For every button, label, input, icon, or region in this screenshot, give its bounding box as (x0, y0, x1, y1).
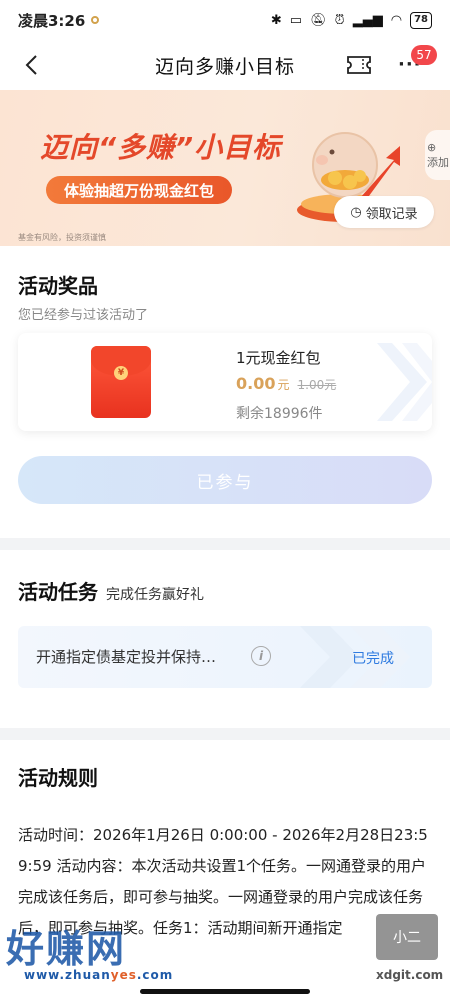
alarm-icon: ⏰︎ (334, 12, 345, 28)
prize-card[interactable]: ¥ 1元现金红包 0.00 元 1.00元 剩余18996件 (18, 333, 432, 431)
signal-icon: ▂▄▆ (352, 12, 383, 28)
prize-section: 活动奖品 您已经参与过该活动了 ¥ 1元现金红包 0.00 元 1.00元 剩余… (0, 246, 450, 538)
prize-section-subtitle: 您已经参与过该活动了 (18, 308, 149, 323)
watermark-right-site: xdgit.com (376, 968, 444, 982)
card-chevron-decoration (377, 343, 432, 421)
watermark-right: 小二 xdgit.com (376, 906, 446, 990)
mute-icon: 🔕︎ (310, 12, 327, 28)
joined-button[interactable]: 已参与 (18, 456, 432, 504)
wifi-icon: ◠ (390, 12, 403, 28)
promo-banner: 迈向“多赚”小目标 体验抽超万份现金红包 基金有风险，投资须谨慎 ⊕ 添加 ◷ … (0, 90, 450, 246)
prize-price-value: 0.00 (236, 374, 276, 393)
banner-subtitle: 体验抽超万份现金红包 (46, 176, 233, 204)
status-time-group: 凌晨3:26 (18, 10, 100, 31)
add-shortcut-tab[interactable]: ⊕ 添加 (425, 130, 450, 180)
prize-section-title: 活动奖品 (18, 274, 98, 298)
bluetooth-icon: ✱ (270, 12, 282, 28)
prize-name: 1元现金红包 (236, 349, 321, 367)
status-bar: 凌晨3:26 ✱ ▭ 🔕︎ ⏰︎ ▂▄▆ ◠ 78 (0, 0, 450, 40)
task-description: 开通指定债基定投并保持… (36, 648, 217, 666)
prize-remaining: 剩余18996件 (236, 406, 323, 422)
watermark-brand: 好赚网 (6, 927, 127, 971)
task-section-subtitle: 完成任务赢好礼 (106, 587, 204, 603)
claim-record-label: 领取记录 (365, 206, 418, 222)
claim-record-button[interactable]: ◷ 领取记录 (334, 196, 434, 228)
status-icons: ✱ ▭ 🔕︎ ⏰︎ ▂▄▆ ◠ 78 (270, 11, 432, 29)
watermark-left: 好赚网 www.zhuanyes.com (0, 918, 200, 988)
watermark-right-box: 小二 (376, 914, 438, 960)
task-status: 已完成 (352, 651, 394, 667)
nav-header: 迈向多赚小目标 ··· 57 (0, 40, 450, 90)
task-section: 活动任务 完成任务赢好礼 开通指定债基定投并保持… i 已完成 (0, 550, 450, 728)
rules-section-title: 活动规则 (18, 766, 98, 790)
back-arrow-icon[interactable] (20, 52, 46, 78)
notification-dot-icon (91, 16, 100, 24)
prize-price-unit: 元 (277, 378, 290, 392)
prize-price: 0.00 元 1.00元 (236, 374, 336, 393)
add-label: 添加 (427, 155, 449, 169)
info-icon[interactable]: i (251, 646, 271, 666)
prize-original-price: 1.00元 (297, 378, 337, 392)
red-envelope-icon: ¥ (91, 346, 151, 418)
status-time: 凌晨3:26 (18, 11, 86, 30)
vibrate-icon: ▭ (289, 12, 303, 28)
ticket-icon[interactable] (346, 54, 372, 76)
home-indicator[interactable] (140, 989, 310, 994)
task-section-title: 活动任务 (18, 580, 98, 604)
add-icon: ⊕ (427, 140, 437, 154)
risk-disclaimer: 基金有风险，投资须谨慎 (18, 233, 106, 242)
history-clock-icon: ◷ (350, 204, 362, 220)
watermark-url: www.zhuanyes.com (24, 968, 174, 982)
banner-title: 迈向“多赚”小目标 (40, 131, 282, 164)
message-count-badge: 57 (411, 45, 437, 65)
page-title: 迈向多赚小目标 (154, 55, 295, 78)
task-card[interactable]: 开通指定债基定投并保持… i 已完成 (18, 626, 432, 688)
battery-indicator: 78 (410, 11, 432, 29)
task-section-header: 活动任务 完成任务赢好礼 (18, 576, 204, 605)
